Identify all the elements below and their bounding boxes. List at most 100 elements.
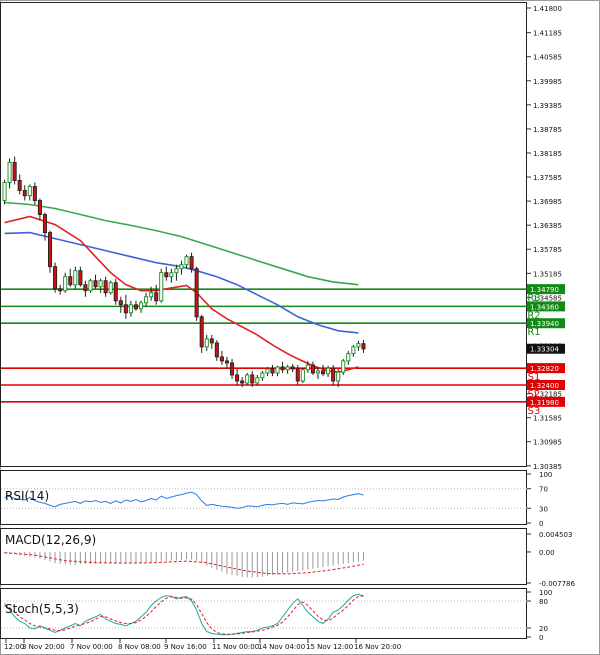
level-label: R1 xyxy=(527,327,540,338)
candle-up xyxy=(7,161,12,183)
price-tick-label: 1.40585 xyxy=(533,54,562,62)
candle-down xyxy=(270,368,275,374)
candle-down xyxy=(290,366,295,370)
price-tick-label: 1.30385 xyxy=(533,463,562,471)
candle-down xyxy=(214,342,219,358)
candle-down xyxy=(250,374,255,384)
candle-down xyxy=(103,280,108,294)
candle-up xyxy=(351,346,356,355)
candle-up xyxy=(184,256,189,266)
price-tag-label: 1.33940 xyxy=(530,320,559,328)
price-tick-label: 1.38785 xyxy=(533,126,562,134)
candle-up xyxy=(336,371,341,382)
candle-up xyxy=(88,280,93,292)
candle-up xyxy=(204,338,209,348)
macd-tick-label: 0.004503 xyxy=(539,531,572,539)
stoch-tick-label: 0 xyxy=(539,634,543,642)
price-tick-label: 1.41185 xyxy=(533,30,562,38)
forex-chart: 1.41800 1.41185 1.40585 1.39985 1.39385 1.387… xyxy=(0,0,600,655)
time-tick-label: 16 Nov 20:00 xyxy=(354,643,401,651)
price-tick-label: 1.35785 xyxy=(533,246,562,254)
price-tag-label: 1.31980 xyxy=(530,399,559,407)
price-tag-label: 1.34790 xyxy=(530,286,559,294)
time-tick-label: 15 Nov 12:00 xyxy=(306,643,353,651)
candle-up xyxy=(275,366,280,374)
candle-up xyxy=(346,353,351,362)
candle-down xyxy=(58,288,63,292)
candle-up xyxy=(169,272,174,278)
time-tick-label: 7 Nov 00:00 xyxy=(70,643,113,651)
rsi-tick-label: 30 xyxy=(539,505,548,513)
candle-up xyxy=(305,364,310,371)
macd-tick-label: 0.00 xyxy=(539,549,555,557)
candle-down xyxy=(240,380,245,384)
candle-up xyxy=(63,276,68,292)
price-tags: 1.34790 1.34360 1.33940 1.33304 1.32820 1.324… xyxy=(527,284,565,407)
candle-up xyxy=(139,302,144,310)
candle-up xyxy=(315,370,320,374)
candle-up xyxy=(98,280,103,288)
stoch-tick-label: 20 xyxy=(539,625,548,633)
candle-down xyxy=(310,364,315,374)
candle-down xyxy=(164,272,169,278)
candle-up xyxy=(260,372,265,379)
time-tick-label: 11 Nov 00:00 xyxy=(212,643,259,651)
price-tick-label: 1.36385 xyxy=(533,222,562,230)
candle-down xyxy=(230,362,235,376)
price-tick-label: 1.41800 xyxy=(533,5,562,13)
price-tick-label: 1.36985 xyxy=(533,198,562,206)
candle-down xyxy=(235,374,240,382)
candle-down xyxy=(78,270,83,286)
candle-up xyxy=(179,264,184,270)
candle-down xyxy=(331,367,336,382)
candle-down xyxy=(194,268,199,318)
candle-down xyxy=(42,214,47,234)
rsi-tick-label: 0 xyxy=(539,520,543,528)
candle-down xyxy=(68,276,73,286)
candle-up xyxy=(326,367,331,375)
stoch-label: Stoch(5,5,3) xyxy=(5,602,79,616)
candle-up xyxy=(27,186,32,197)
candle-up xyxy=(144,296,149,304)
candle-up xyxy=(159,272,164,302)
time-tick-label: 14 Nov 04:00 xyxy=(258,643,305,651)
price-tag-label: 1.32400 xyxy=(530,382,559,390)
candle-down xyxy=(22,190,27,197)
candle-down xyxy=(53,266,58,290)
rsi-label: RSI(14) xyxy=(5,489,49,503)
candle-up xyxy=(245,374,250,384)
candle-down xyxy=(48,232,53,268)
level-label: S3 xyxy=(528,406,541,417)
candle-down xyxy=(93,280,98,288)
candle-down xyxy=(37,200,42,215)
candle-up xyxy=(174,268,179,274)
candle-up xyxy=(265,368,270,374)
candle-up xyxy=(149,292,154,298)
candle-up xyxy=(108,282,113,294)
price-tag-label: 1.32820 xyxy=(530,365,559,373)
candle-down xyxy=(199,316,204,348)
candle-down xyxy=(154,292,159,302)
time-tick-label: 9 Nov 16:00 xyxy=(164,643,207,651)
candle-down xyxy=(83,284,88,292)
candle-up xyxy=(2,182,7,201)
price-tick-label: 1.39385 xyxy=(533,102,562,110)
candle-down xyxy=(113,282,118,302)
price-tag-label: 1.34360 xyxy=(530,303,559,311)
candle-down xyxy=(32,186,37,201)
candle-down xyxy=(321,370,326,375)
macd-label: MACD(12,26,9) xyxy=(5,533,96,547)
candle-up xyxy=(73,270,78,286)
candle-up xyxy=(255,377,260,384)
stoch-tick-label: 100 xyxy=(539,589,552,597)
candle-down xyxy=(361,343,366,350)
macd-tick-label: -0.007786 xyxy=(539,580,575,588)
candle-down xyxy=(224,360,229,364)
time-tick-label: 3 Nov 20:00 xyxy=(22,643,65,651)
candle-down xyxy=(118,300,123,306)
candle-up xyxy=(341,360,346,373)
candle-down xyxy=(295,368,300,382)
candle-down xyxy=(209,338,214,344)
time-tick-label: 8 Nov 08:00 xyxy=(118,643,161,651)
price-tick-label: 1.30985 xyxy=(533,439,562,447)
